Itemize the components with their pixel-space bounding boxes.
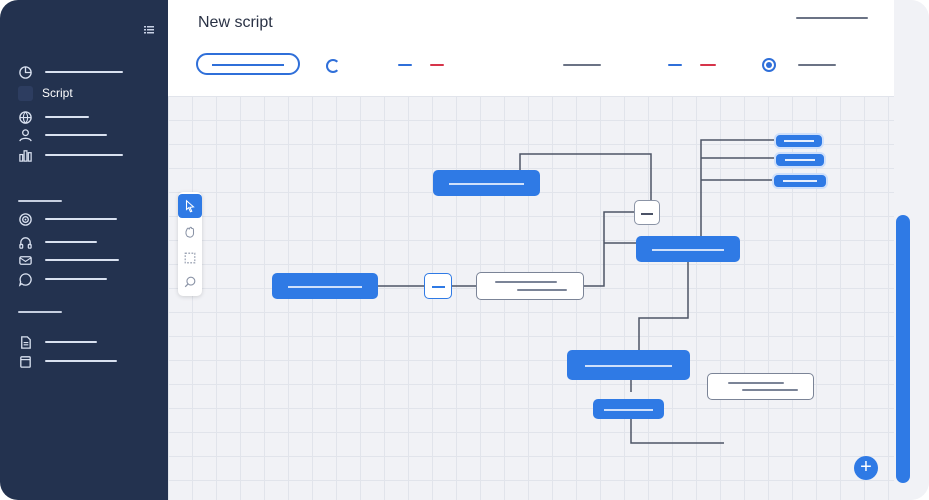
zoom-icon	[184, 276, 196, 288]
flow-node-text[interactable]	[476, 272, 584, 300]
flow-node-branch-a[interactable]	[433, 170, 540, 196]
hand-tool[interactable]	[178, 220, 202, 244]
vertical-scrollbar[interactable]	[896, 215, 910, 483]
flow-node-text[interactable]	[707, 373, 814, 400]
hand-icon	[185, 226, 195, 238]
pointer-tool[interactable]	[178, 194, 202, 218]
flow-node-branch-c[interactable]	[567, 350, 690, 380]
select-area-icon	[184, 252, 196, 264]
add-node-button[interactable]: +	[854, 456, 878, 480]
zoom-tool[interactable]	[178, 270, 202, 294]
flow-node-option[interactable]	[774, 133, 824, 149]
flow-node-option[interactable]	[772, 173, 828, 189]
flow-node-start[interactable]	[272, 273, 378, 299]
flow-node-condition[interactable]	[634, 200, 660, 225]
flow-connectors	[378, 139, 774, 444]
app-window: Script New script +	[0, 0, 929, 500]
pointer-icon	[185, 199, 195, 213]
flow-node-branch-b[interactable]	[636, 236, 740, 262]
flow-node-condition[interactable]	[424, 273, 452, 299]
tool-palette	[178, 192, 202, 296]
flow-node-sub[interactable]	[593, 399, 664, 419]
select-area-tool[interactable]	[178, 246, 202, 270]
flow-node-option[interactable]	[774, 152, 826, 168]
